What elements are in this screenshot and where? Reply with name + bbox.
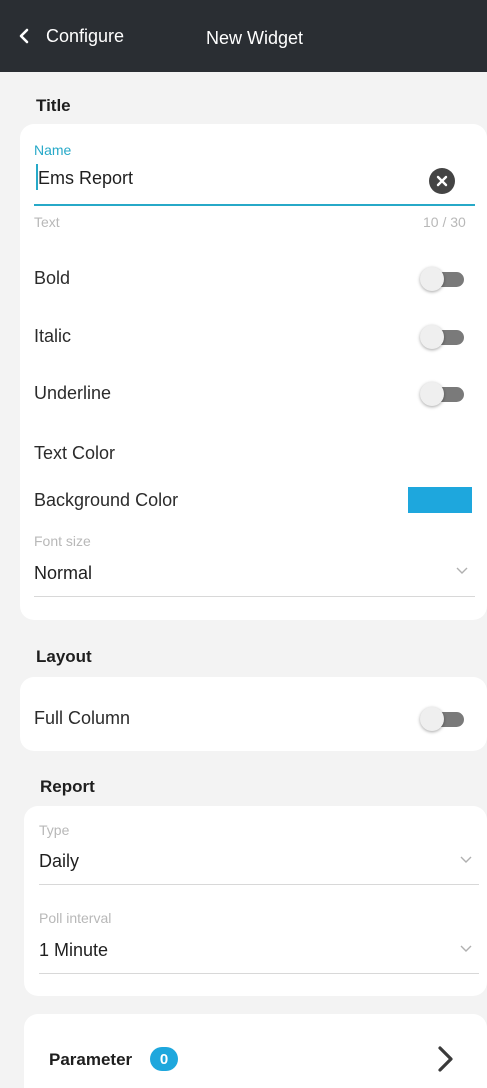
poll-interval-select[interactable]: 1 Minute xyxy=(39,940,108,961)
chevron-down-icon xyxy=(456,567,468,574)
name-field-label: Name xyxy=(34,142,72,158)
bold-label: Bold xyxy=(34,268,71,288)
type-label: Type xyxy=(39,822,70,838)
type-underline xyxy=(39,884,479,885)
parameter-label: Parameter xyxy=(49,1050,133,1069)
name-helper-text: Text xyxy=(34,214,60,230)
back-button[interactable]: Configure xyxy=(0,0,124,72)
back-label: Configure xyxy=(46,25,125,46)
type-select[interactable]: Daily xyxy=(39,851,79,872)
name-char-counter: 10 / 30 xyxy=(423,214,466,230)
font-size-label: Font size xyxy=(34,533,91,549)
report-card xyxy=(24,806,487,996)
section-heading-report: Report xyxy=(40,777,95,796)
close-icon xyxy=(436,175,448,187)
name-input[interactable]: Ems Report xyxy=(38,168,133,189)
font-size-underline xyxy=(34,596,475,597)
italic-label: Italic xyxy=(34,326,72,346)
name-input-underline xyxy=(34,204,475,206)
text-color-label[interactable]: Text Color xyxy=(34,443,115,464)
italic-toggle[interactable] xyxy=(420,324,466,350)
underline-label: Underline xyxy=(34,383,112,403)
section-heading-layout: Layout xyxy=(36,647,92,666)
bold-toggle[interactable] xyxy=(420,266,466,292)
full-column-label: Full Column xyxy=(34,708,131,728)
chevron-left-icon xyxy=(19,28,29,44)
poll-interval-label: Poll interval xyxy=(39,910,112,926)
parameter-count-badge: 0 xyxy=(150,1047,178,1071)
background-color-swatch[interactable] xyxy=(408,487,472,513)
chevron-down-icon xyxy=(460,945,472,952)
section-heading-title: Title xyxy=(36,96,71,115)
poll-interval-underline xyxy=(39,973,479,974)
background-color-label: Background Color xyxy=(34,490,179,510)
chevron-right-icon xyxy=(438,1046,453,1072)
chevron-down-icon xyxy=(460,856,472,863)
clear-text-button[interactable] xyxy=(429,168,455,194)
font-size-select[interactable]: Normal xyxy=(34,563,92,584)
page-title: New Widget xyxy=(206,28,304,48)
full-column-toggle[interactable] xyxy=(420,706,466,732)
top-app-bar: Configure New Widget xyxy=(0,0,487,72)
underline-toggle[interactable] xyxy=(420,381,466,407)
